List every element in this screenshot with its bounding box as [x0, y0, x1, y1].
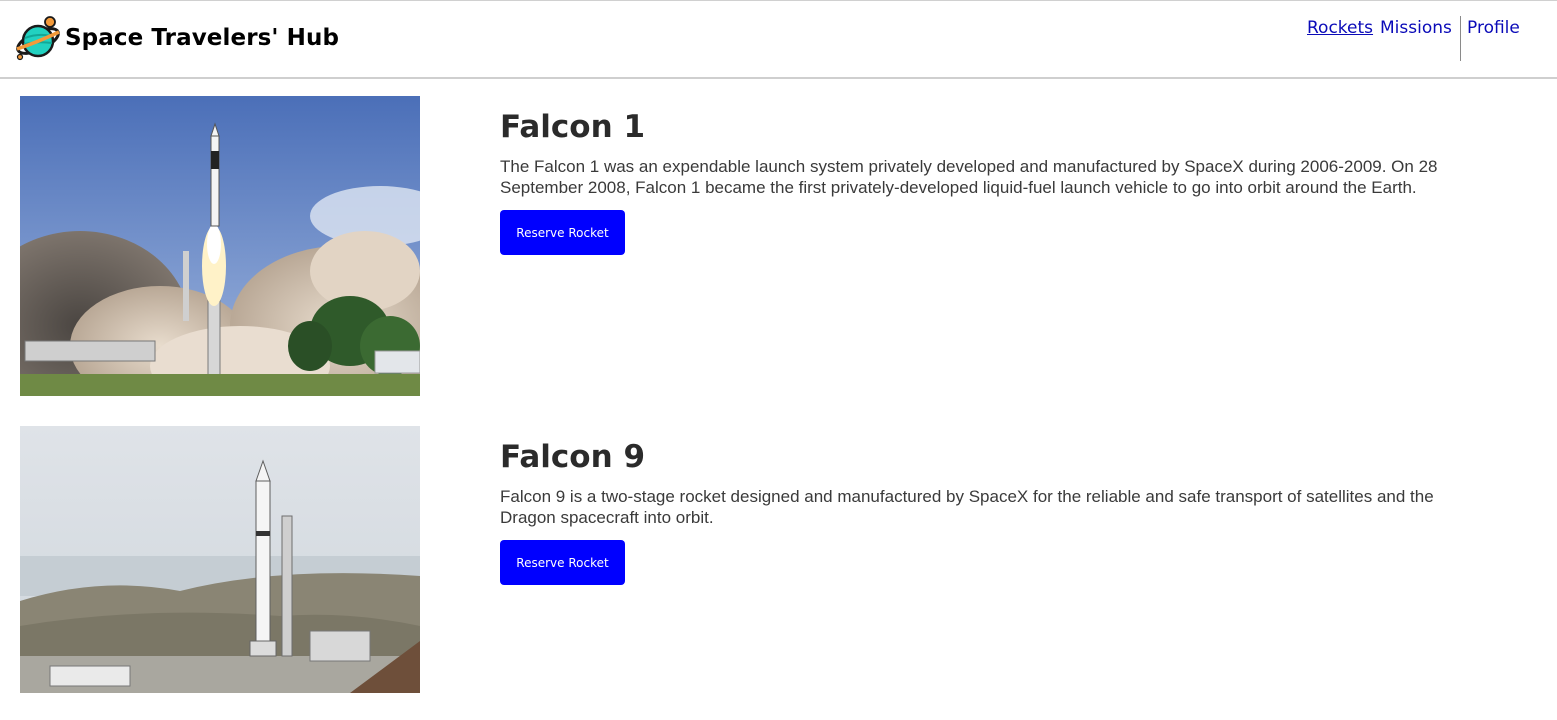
nav-link-rockets[interactable]: Rockets [1307, 18, 1373, 38]
nav-divider [1460, 16, 1461, 61]
rocket-info: Falcon 1 The Falcon 1 was an expendable … [500, 108, 1470, 255]
site-header: Space Travelers' Hub Rockets Missions Pr… [0, 1, 1557, 79]
reserve-rocket-button[interactable]: Reserve Rocket [500, 210, 625, 255]
reserve-rocket-button[interactable]: Reserve Rocket [500, 540, 625, 585]
rocket-name: Falcon 9 [500, 439, 646, 475]
rocket-image [20, 426, 420, 693]
rocket-description: Falcon 9 is a two-stage rocket designed … [500, 487, 1434, 527]
planet-icon [16, 16, 60, 61]
brand-title: Space Travelers' Hub [65, 25, 340, 51]
nav-link-missions[interactable]: Missions [1380, 18, 1452, 38]
rocket-image [20, 96, 420, 396]
rocket-description: The Falcon 1 was an expendable launch sy… [500, 157, 1438, 197]
rocket-info: Falcon 9 Falcon 9 is a two-stage rocket … [500, 438, 1470, 585]
nav-link-profile[interactable]: Profile [1467, 18, 1520, 38]
rocket-name: Falcon 1 [500, 109, 646, 145]
